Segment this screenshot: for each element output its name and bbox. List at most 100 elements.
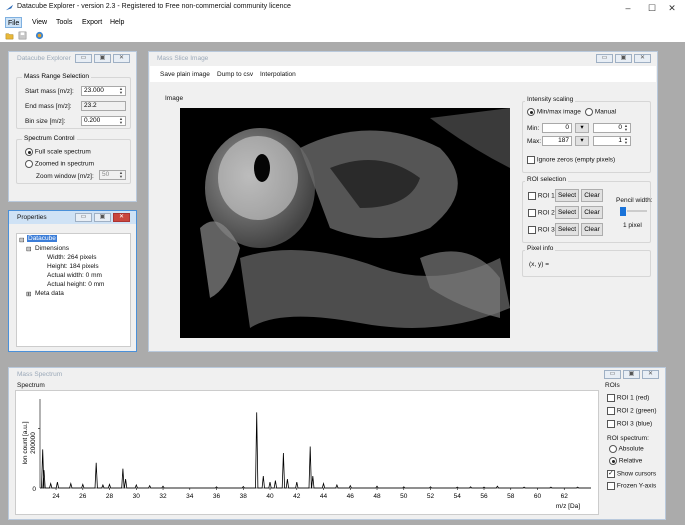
spectrum-roi1-option[interactable]: ROI 1 (red) bbox=[607, 394, 649, 402]
save-disk-icon[interactable] bbox=[18, 31, 27, 40]
minimize-icon[interactable]: ▭ bbox=[596, 54, 613, 63]
min-input[interactable]: 0 bbox=[542, 123, 572, 133]
roi2-option[interactable]: ROI 2 bbox=[528, 209, 555, 217]
spectrum-roi3-label: ROI 3 (blue) bbox=[616, 420, 653, 428]
mass-spectrum-window: Mass Spectrum ▭ ▣ ✕ Spectrum 24 26 28 30 32 34 3… bbox=[8, 367, 666, 520]
roi3-checkbox[interactable] bbox=[528, 226, 536, 234]
roi1-checkbox[interactable] bbox=[528, 192, 536, 200]
close-icon[interactable]: ✕ bbox=[642, 370, 659, 379]
spectrum-roi2-label: ROI 2 (green) bbox=[616, 407, 657, 415]
spectrum-roi3-option[interactable]: ROI 3 (blue) bbox=[607, 420, 652, 428]
tree-node-datacube[interactable]: Datacube bbox=[27, 235, 57, 242]
max-input[interactable]: 187 bbox=[542, 136, 572, 146]
x-tick-label: 28 bbox=[106, 493, 114, 500]
absolute-label: Absolute bbox=[618, 445, 644, 453]
start-mass-value: 23.000 bbox=[84, 87, 104, 94]
open-folder-icon[interactable] bbox=[5, 31, 14, 40]
max-dropdown-button[interactable]: ▾ bbox=[575, 136, 589, 146]
spectrum-plot[interactable]: 24 26 28 30 32 34 36 38 40 42 44 46 48 50 52 54 56 58 60 62… bbox=[15, 390, 599, 515]
min-right-input[interactable]: 0 ▲ ▼ bbox=[593, 123, 631, 133]
show-cursors-option[interactable]: Show cursors bbox=[607, 469, 656, 478]
bin-size-input[interactable]: 0.200 ▲ ▼ bbox=[81, 116, 126, 126]
y-tick-zero: 0 bbox=[32, 486, 36, 493]
close-icon[interactable]: ✕ bbox=[113, 54, 130, 63]
full-scale-radio[interactable] bbox=[25, 148, 33, 156]
minimize-icon[interactable]: ▭ bbox=[75, 213, 92, 222]
globe-icon[interactable] bbox=[35, 31, 44, 40]
menu-view[interactable]: View bbox=[30, 17, 49, 28]
spectrum-roi1-label: ROI 1 (red) bbox=[616, 394, 650, 402]
tree-node-meta[interactable]: Meta data bbox=[35, 290, 64, 297]
frozen-y-label: Frozen Y-axis bbox=[616, 482, 657, 490]
relative-radio[interactable] bbox=[609, 457, 617, 465]
roi3-select-button[interactable]: Select bbox=[555, 223, 579, 236]
start-mass-label: Start mass [m/z]: bbox=[25, 88, 74, 95]
min-right-value: 0 bbox=[618, 124, 622, 131]
tree-expander-icon[interactable]: ⊞ bbox=[26, 290, 31, 298]
x-tick-label: 24 bbox=[52, 493, 60, 500]
max-right-input[interactable]: 1 ▲ ▼ bbox=[593, 136, 631, 146]
manual-option[interactable]: Manual bbox=[585, 108, 616, 116]
minimize-icon[interactable]: ▭ bbox=[604, 370, 621, 379]
close-icon[interactable]: ✕ bbox=[634, 54, 651, 63]
roi1-clear-button[interactable]: Clear bbox=[581, 189, 603, 202]
absolute-option[interactable]: Absolute bbox=[609, 445, 644, 453]
show-cursors-checkbox[interactable] bbox=[607, 469, 615, 478]
relative-option[interactable]: Relative bbox=[609, 457, 642, 465]
mass-slice-image[interactable] bbox=[180, 108, 510, 338]
roi3-clear-button[interactable]: Clear bbox=[581, 223, 603, 236]
roi3-option[interactable]: ROI 3 bbox=[528, 226, 555, 234]
roi2-select-button[interactable]: Select bbox=[555, 206, 579, 219]
frozen-y-option[interactable]: Frozen Y-axis bbox=[607, 482, 656, 490]
spectrum-roi1-checkbox[interactable] bbox=[607, 394, 615, 402]
close-button[interactable]: ✕ bbox=[660, 2, 684, 14]
roi2-clear-button[interactable]: Clear bbox=[581, 206, 603, 219]
roi1-option[interactable]: ROI 1 bbox=[528, 192, 555, 200]
minmax-radio[interactable] bbox=[527, 108, 535, 116]
minmax-option[interactable]: Min/max image bbox=[527, 108, 581, 116]
interpolation-menu[interactable]: Interpolation bbox=[260, 71, 296, 78]
tree-node-actual-height[interactable]: Actual height: 0 mm bbox=[47, 281, 104, 288]
ignore-zeros-option[interactable]: Ignore zeros (empty pixels) bbox=[527, 156, 615, 164]
minimize-button[interactable]: – bbox=[616, 2, 640, 14]
save-plain-image-menu[interactable]: Save plain image bbox=[160, 71, 210, 78]
menu-help[interactable]: Help bbox=[108, 17, 126, 28]
restore-icon[interactable]: ▣ bbox=[623, 370, 640, 379]
close-icon[interactable]: ✕ bbox=[113, 213, 130, 222]
spectrum-chart[interactable]: 24 26 28 30 32 34 36 38 40 42 44 46 48 50 52 54 56 58 60 62… bbox=[16, 391, 598, 514]
min-dropdown-button[interactable]: ▾ bbox=[575, 123, 589, 133]
full-scale-option[interactable]: Full scale spectrum bbox=[25, 148, 91, 156]
restore-icon[interactable]: ▣ bbox=[94, 54, 111, 63]
pencil-width-slider-thumb[interactable] bbox=[620, 207, 626, 216]
bin-size-spinner[interactable]: ▲ ▼ bbox=[118, 117, 124, 125]
spectrum-roi2-checkbox[interactable] bbox=[607, 407, 615, 415]
ignore-zeros-checkbox[interactable] bbox=[527, 156, 535, 164]
absolute-radio[interactable] bbox=[609, 445, 617, 453]
restore-icon[interactable]: ▣ bbox=[94, 213, 111, 222]
spectrum-roi2-option[interactable]: ROI 2 (green) bbox=[607, 407, 657, 415]
tree-node-width[interactable]: Width: 264 pixels bbox=[47, 254, 97, 261]
tree-node-actual-width[interactable]: Actual width: 0 mm bbox=[47, 272, 102, 279]
menu-tools[interactable]: Tools bbox=[54, 17, 74, 28]
minimize-icon[interactable]: ▭ bbox=[75, 54, 92, 63]
tree-node-dimensions[interactable]: Dimensions bbox=[35, 245, 69, 252]
zoomed-option[interactable]: Zoomed in spectrum bbox=[25, 160, 94, 168]
zoom-window-input[interactable]: 50 ▲ ▼ bbox=[99, 170, 126, 180]
manual-radio[interactable] bbox=[585, 108, 593, 116]
dump-csv-menu[interactable]: Dump to csv bbox=[217, 71, 253, 78]
menu-export[interactable]: Export bbox=[80, 17, 104, 28]
tree-node-height[interactable]: Height: 184 pixels bbox=[47, 263, 99, 270]
roi3-label: ROI 3 bbox=[537, 226, 555, 234]
start-mass-spinner[interactable]: ▲ ▼ bbox=[118, 87, 124, 95]
zoomed-radio[interactable] bbox=[25, 160, 33, 168]
roi2-checkbox[interactable] bbox=[528, 209, 536, 217]
start-mass-input[interactable]: 23.000 ▲ ▼ bbox=[81, 86, 126, 96]
menu-file[interactable]: File bbox=[5, 17, 23, 28]
tree-expander-icon[interactable]: ⊟ bbox=[19, 236, 24, 244]
spectrum-roi3-checkbox[interactable] bbox=[607, 420, 615, 428]
frozen-y-checkbox[interactable] bbox=[607, 482, 615, 490]
tree-expander-icon[interactable]: ⊟ bbox=[26, 245, 31, 253]
restore-icon[interactable]: ▣ bbox=[615, 54, 632, 63]
roi1-select-button[interactable]: Select bbox=[555, 189, 579, 202]
pencil-width-slider[interactable] bbox=[627, 210, 647, 212]
